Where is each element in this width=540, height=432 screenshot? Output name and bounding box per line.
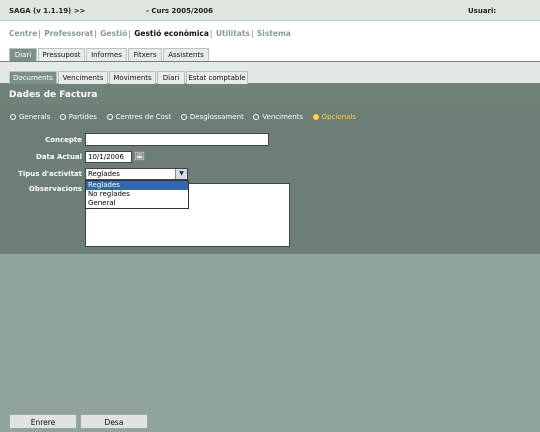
secondary-tabs: Documents Venciments Moviments Diari Est… [0, 62, 540, 84]
radio-partides[interactable]: Partides [59, 113, 97, 121]
tab-diari-secondary[interactable]: Diari [157, 71, 185, 84]
tab-assistents[interactable]: Assistents [163, 48, 209, 61]
form-panel: Generals Partides Centres de Cost Desglo… [0, 104, 540, 254]
radio-circle-icon [253, 114, 260, 120]
observacions-label: Observacions [28, 185, 82, 193]
concepte-input[interactable] [85, 133, 269, 146]
tipus-activitat-value: Reglades [88, 170, 120, 178]
tab-venciments[interactable]: Venciments [58, 71, 108, 84]
tipus-activitat-dropdown: Reglades No reglades General [85, 180, 189, 209]
option-general[interactable]: General [86, 199, 188, 208]
module-nav: Centre| Professorat| Gestió| Gestió econ… [9, 29, 291, 38]
tab-pressupost[interactable]: Pressupost [38, 48, 85, 61]
tab-fitxers[interactable]: Fitxers [128, 48, 162, 61]
data-actual-label: Data Actual [35, 153, 82, 161]
chevron-down-icon[interactable]: ▼ [175, 169, 187, 179]
desa-button[interactable]: Desa [80, 414, 148, 429]
tipus-activitat-select[interactable]: Reglades ▼ [85, 168, 188, 180]
radio-circle-icon [10, 114, 16, 120]
module-utilitats[interactable]: Utilitats [216, 29, 250, 38]
section-header: Dades de Factura [0, 84, 540, 104]
top-bar: SAGA (v 1.1.19) >> - Curs 2005/2006 Usua… [0, 0, 540, 21]
tipus-activitat-label: Tipus d'activitat [18, 170, 82, 178]
calendar-icon[interactable] [134, 151, 145, 161]
radio-selected-icon [312, 114, 319, 120]
data-actual-input[interactable]: 10/1/2006 [85, 151, 132, 163]
tab-documents[interactable]: Documents [9, 71, 57, 84]
section-radios: Generals Partides Centres de Cost Desglo… [10, 112, 363, 121]
module-sistema[interactable]: Sistema [257, 29, 291, 38]
user-label: Usuari: [468, 7, 497, 15]
radio-generals[interactable]: Generals [10, 113, 50, 121]
tab-estat-comptable[interactable]: Estat comptable [186, 71, 248, 84]
radio-circle-icon [180, 114, 187, 120]
radio-opcionals[interactable]: Opcionals [312, 113, 356, 121]
primary-tabs: Diari Pressupost Informes Fitxers Assist… [0, 45, 540, 62]
tab-informes[interactable]: Informes [86, 48, 127, 61]
tab-moviments[interactable]: Moviments [109, 71, 156, 84]
section-title: Dades de Factura [9, 90, 98, 100]
radio-circle-icon [106, 114, 113, 120]
module-bar: Centre| Professorat| Gestió| Gestió econ… [0, 21, 540, 45]
module-centre[interactable]: Centre [9, 29, 37, 38]
module-professorat[interactable]: Professorat [44, 29, 93, 38]
radio-circle-icon [59, 114, 66, 120]
option-reglades[interactable]: Reglades [86, 181, 188, 190]
radio-venciments[interactable]: Venciments [253, 113, 303, 121]
radio-centres-de-cost[interactable]: Centres de Cost [106, 113, 171, 121]
concepte-label: Concepte [45, 136, 82, 144]
module-gestio-economica[interactable]: Gestió econòmica [134, 29, 209, 38]
app-version: SAGA (v 1.1.19) >> [9, 7, 86, 15]
module-gestio[interactable]: Gestió [100, 29, 127, 38]
tab-diari[interactable]: Diari [9, 48, 37, 61]
option-no-reglades[interactable]: No reglades [86, 190, 188, 199]
course-label: - Curs 2005/2006 [146, 7, 214, 15]
enrere-button[interactable]: Enrere [9, 414, 77, 429]
radio-desglossament[interactable]: Desglossament [180, 113, 244, 121]
